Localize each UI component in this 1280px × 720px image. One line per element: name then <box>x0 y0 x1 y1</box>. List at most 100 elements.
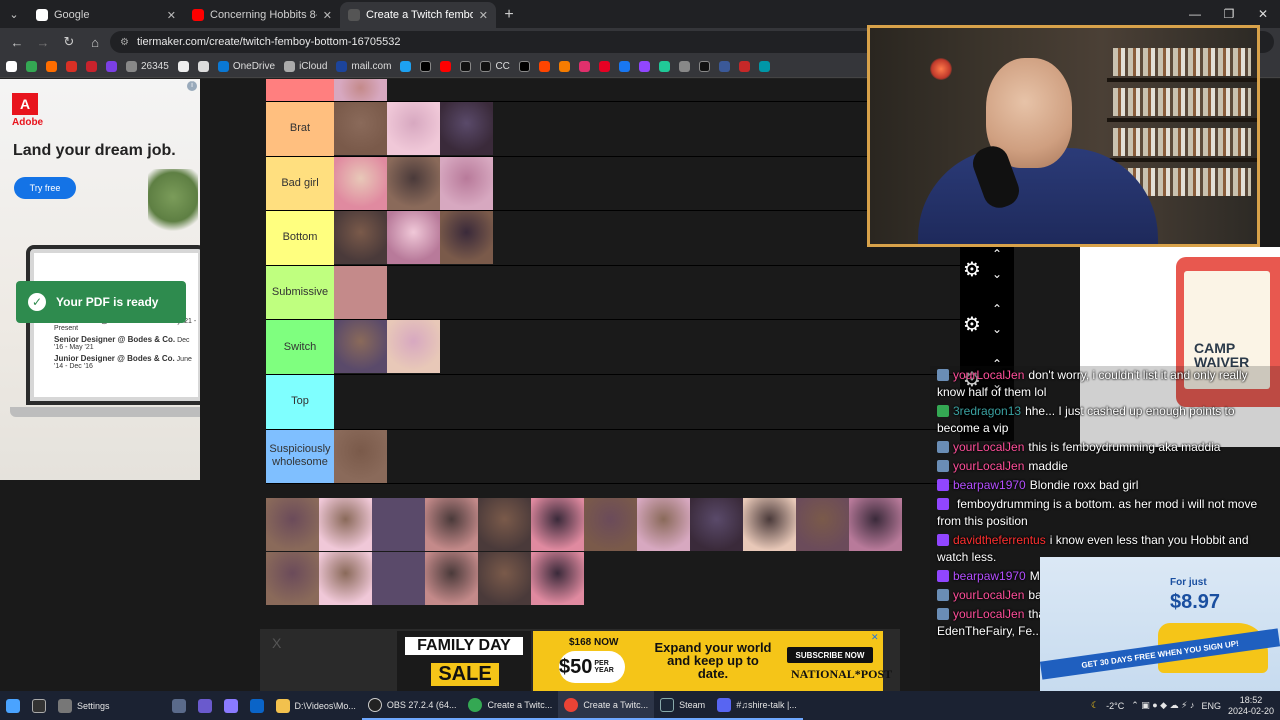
bookmark-x[interactable] <box>518 61 530 72</box>
pool-item-image[interactable] <box>637 498 690 551</box>
forward-icon[interactable]: → <box>32 31 54 53</box>
bookmark-y[interactable] <box>66 61 77 72</box>
chevron-up-icon[interactable]: ⌃ <box>992 247 1002 261</box>
tier-item-image[interactable] <box>440 156 493 210</box>
minimize-icon[interactable]: — <box>1178 0 1212 28</box>
pool-item-image[interactable] <box>531 498 584 551</box>
tier-item-image[interactable] <box>334 79 387 101</box>
tier-label[interactable]: Bad girl <box>266 156 334 211</box>
weather-icon[interactable]: ☾ <box>1091 700 1099 711</box>
tier-label[interactable]: Suspiciously wholesome <box>266 429 334 484</box>
bookmark-c[interactable] <box>558 61 570 72</box>
taskbar-explorer[interactable]: D:\Videos\Mo... <box>270 691 362 720</box>
chat-username[interactable]: 3redragon13 <box>953 404 1021 418</box>
ad-close-icon[interactable]: ✕ <box>871 632 881 642</box>
bookmark-a[interactable] <box>400 61 412 72</box>
tier-item-image[interactable] <box>387 320 440 374</box>
bookmark-instagram[interactable] <box>578 61 590 72</box>
start-button[interactable] <box>0 691 26 720</box>
clock[interactable]: 18:52 2024-02-20 <box>1228 695 1274 717</box>
pool-item-image[interactable] <box>372 498 425 551</box>
pool-item-image[interactable] <box>425 552 478 605</box>
task-view-button[interactable] <box>26 691 52 720</box>
bookmark-mailcom[interactable]: mail.com <box>336 61 391 72</box>
tier-label[interactable]: Bottom <box>266 211 334 265</box>
tier-label[interactable]: Switch <box>266 320 334 374</box>
chat-username[interactable]: yourLocalJen <box>953 607 1024 621</box>
site-info-icon[interactable]: ⚙ <box>120 37 129 48</box>
bookmark-26345[interactable]: 26345 <box>126 61 169 72</box>
bookmark-h[interactable] <box>738 61 750 72</box>
tier-item-image[interactable] <box>440 102 493 155</box>
pool-item-image[interactable] <box>849 498 902 551</box>
try-free-button[interactable]: Try free <box>14 177 76 199</box>
tier-item-image[interactable] <box>334 429 387 483</box>
tier-item-image[interactable] <box>334 265 387 319</box>
tab-google[interactable]: Google ✕ <box>28 2 184 28</box>
tray-icons[interactable]: ⌃ ▣ ● ◆ ☁ ⚡ ♪ <box>1131 700 1194 711</box>
pool-item-image[interactable] <box>743 498 796 551</box>
bookmark-orange[interactable] <box>46 61 57 72</box>
tier-item-image[interactable] <box>334 211 387 265</box>
bookmark-doc[interactable] <box>177 61 189 72</box>
bookmark-icloud[interactable]: iCloud <box>284 61 327 72</box>
ad-info-icon[interactable]: i <box>187 81 197 91</box>
taskbar-chrome-1[interactable]: Create a Twitc... <box>462 691 559 720</box>
gear-icon[interactable]: ⚙ <box>963 257 981 282</box>
bookmark-maps[interactable] <box>26 61 37 72</box>
tier-item-image[interactable] <box>387 211 440 265</box>
tab-youtube[interactable]: Concerning Hobbits 8-bit, 2 HO ✕ <box>184 2 340 28</box>
back-icon[interactable]: ← <box>6 31 28 53</box>
bookmark-facebook[interactable] <box>618 61 630 72</box>
close-icon[interactable]: ✕ <box>479 9 488 22</box>
gear-icon[interactable]: ⚙ <box>963 312 981 337</box>
chat-username[interactable]: davidtheferrentus <box>953 533 1046 547</box>
bookmark-pinterest[interactable] <box>598 61 610 72</box>
tier-label[interactable] <box>266 79 334 101</box>
bookmark-b[interactable] <box>420 61 432 72</box>
taskbar-settings[interactable]: Settings <box>52 691 116 720</box>
pool-item-image[interactable] <box>584 498 637 551</box>
new-tab-button[interactable]: + <box>496 2 522 28</box>
bookmark-i[interactable] <box>758 61 770 72</box>
taskbar-app-a[interactable] <box>192 691 218 720</box>
tier-item-image[interactable] <box>334 320 387 374</box>
pool-item-image[interactable] <box>319 498 372 551</box>
close-ad-button[interactable]: X <box>272 635 281 651</box>
bookmark-google[interactable] <box>6 61 17 72</box>
chat-username[interactable]: yourLocalJen <box>953 588 1024 602</box>
bookmark-e[interactable] <box>678 61 690 72</box>
bookmark-twitch[interactable] <box>638 61 650 72</box>
pool-item-image[interactable] <box>266 498 319 551</box>
national-post-ad[interactable]: $168 NOW $50 PER YEAR Expand your world … <box>533 631 892 691</box>
bookmark-reddit[interactable] <box>538 61 550 72</box>
tier-item-image[interactable] <box>387 102 440 155</box>
bookmark-purple[interactable] <box>106 61 117 72</box>
restore-icon[interactable]: ❐ <box>1212 0 1246 28</box>
tab-tiermaker[interactable]: Create a Twitch femboy bottom ✕ <box>340 2 496 28</box>
chat-username[interactable]: bearpaw1970 <box>953 478 1026 492</box>
bookmark-p[interactable] <box>86 61 97 72</box>
bookmark-f[interactable] <box>698 61 710 72</box>
bookmark-cc[interactable]: CC <box>480 61 510 72</box>
bookmark-w[interactable] <box>197 61 209 72</box>
pool-item-image[interactable] <box>266 552 319 605</box>
close-icon[interactable]: ✕ <box>323 9 332 22</box>
pool-item-image[interactable] <box>372 552 425 605</box>
adobe-ad[interactable]: A Adobe Land your dream job. Try free i … <box>0 79 200 480</box>
bookmark-d[interactable] <box>658 61 670 72</box>
tier-label[interactable]: Submissive <box>266 265 334 320</box>
tab-search-icon[interactable]: ⌄ <box>0 0 28 28</box>
taskbar-obs[interactable]: OBS 27.2.4 (64... <box>361 691 463 720</box>
tier-item-image[interactable] <box>334 156 387 210</box>
pool-item-image[interactable] <box>531 552 584 605</box>
chat-username[interactable]: bearpaw1970 <box>953 569 1026 583</box>
pool-item-image[interactable] <box>319 552 372 605</box>
bookmark-yt[interactable] <box>440 61 452 72</box>
taskbar-outlook[interactable] <box>244 691 270 720</box>
pool-item-image[interactable] <box>478 498 531 551</box>
pool-item-image[interactable] <box>690 498 743 551</box>
bookmark-tiktok[interactable] <box>460 61 472 72</box>
chevron-down-icon[interactable]: ⌄ <box>992 322 1002 336</box>
chevron-down-icon[interactable]: ⌄ <box>992 267 1002 281</box>
